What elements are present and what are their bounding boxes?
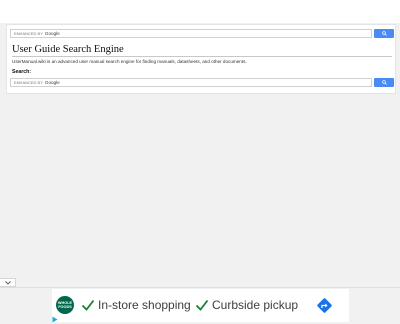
ad-divider bbox=[0, 287, 400, 288]
search-icon bbox=[381, 80, 387, 85]
bottom-search-button[interactable] bbox=[374, 78, 394, 87]
page-title: User Guide Search Engine bbox=[12, 44, 124, 55]
page: ENHANCED BY Google User Guide Search Eng… bbox=[0, 0, 400, 324]
page-description: UserManual.wiki is an advanced user manu… bbox=[12, 59, 247, 64]
bottom-search-row: ENHANCED BY Google bbox=[10, 78, 394, 87]
ad-item-in-store: In-store shopping bbox=[98, 298, 191, 312]
adchoices-icon[interactable] bbox=[52, 316, 58, 323]
title-divider bbox=[12, 56, 392, 57]
top-search-input[interactable]: ENHANCED BY Google bbox=[10, 29, 372, 38]
ad-banner[interactable]: WHOLE FOODS In-store shopping Curbside p… bbox=[52, 289, 349, 322]
chevron-down-icon bbox=[4, 280, 11, 285]
check-icon bbox=[195, 299, 209, 311]
bottom-search-placeholder-brand: Google bbox=[44, 80, 60, 85]
directions-icon[interactable] bbox=[316, 297, 333, 314]
whole-foods-logo: WHOLE FOODS bbox=[56, 296, 74, 314]
ad-item-curbside: Curbside pickup bbox=[212, 298, 299, 312]
bottom-search-input[interactable]: ENHANCED BY Google bbox=[10, 78, 372, 87]
logo-line-2: FOODS bbox=[58, 305, 72, 309]
top-search-row: ENHANCED BY Google bbox=[10, 29, 394, 38]
bottom-search-placeholder-prefix: ENHANCED BY bbox=[14, 80, 43, 85]
top-search-button[interactable] bbox=[374, 29, 394, 38]
top-strip bbox=[0, 0, 400, 23]
ad-collapse-toggle[interactable] bbox=[0, 278, 16, 287]
search-icon bbox=[381, 31, 387, 36]
top-search-placeholder-prefix: ENHANCED BY bbox=[14, 31, 43, 36]
top-search-placeholder-brand: Google bbox=[44, 31, 60, 36]
search-label: Search: bbox=[12, 69, 32, 75]
check-icon bbox=[81, 299, 95, 311]
